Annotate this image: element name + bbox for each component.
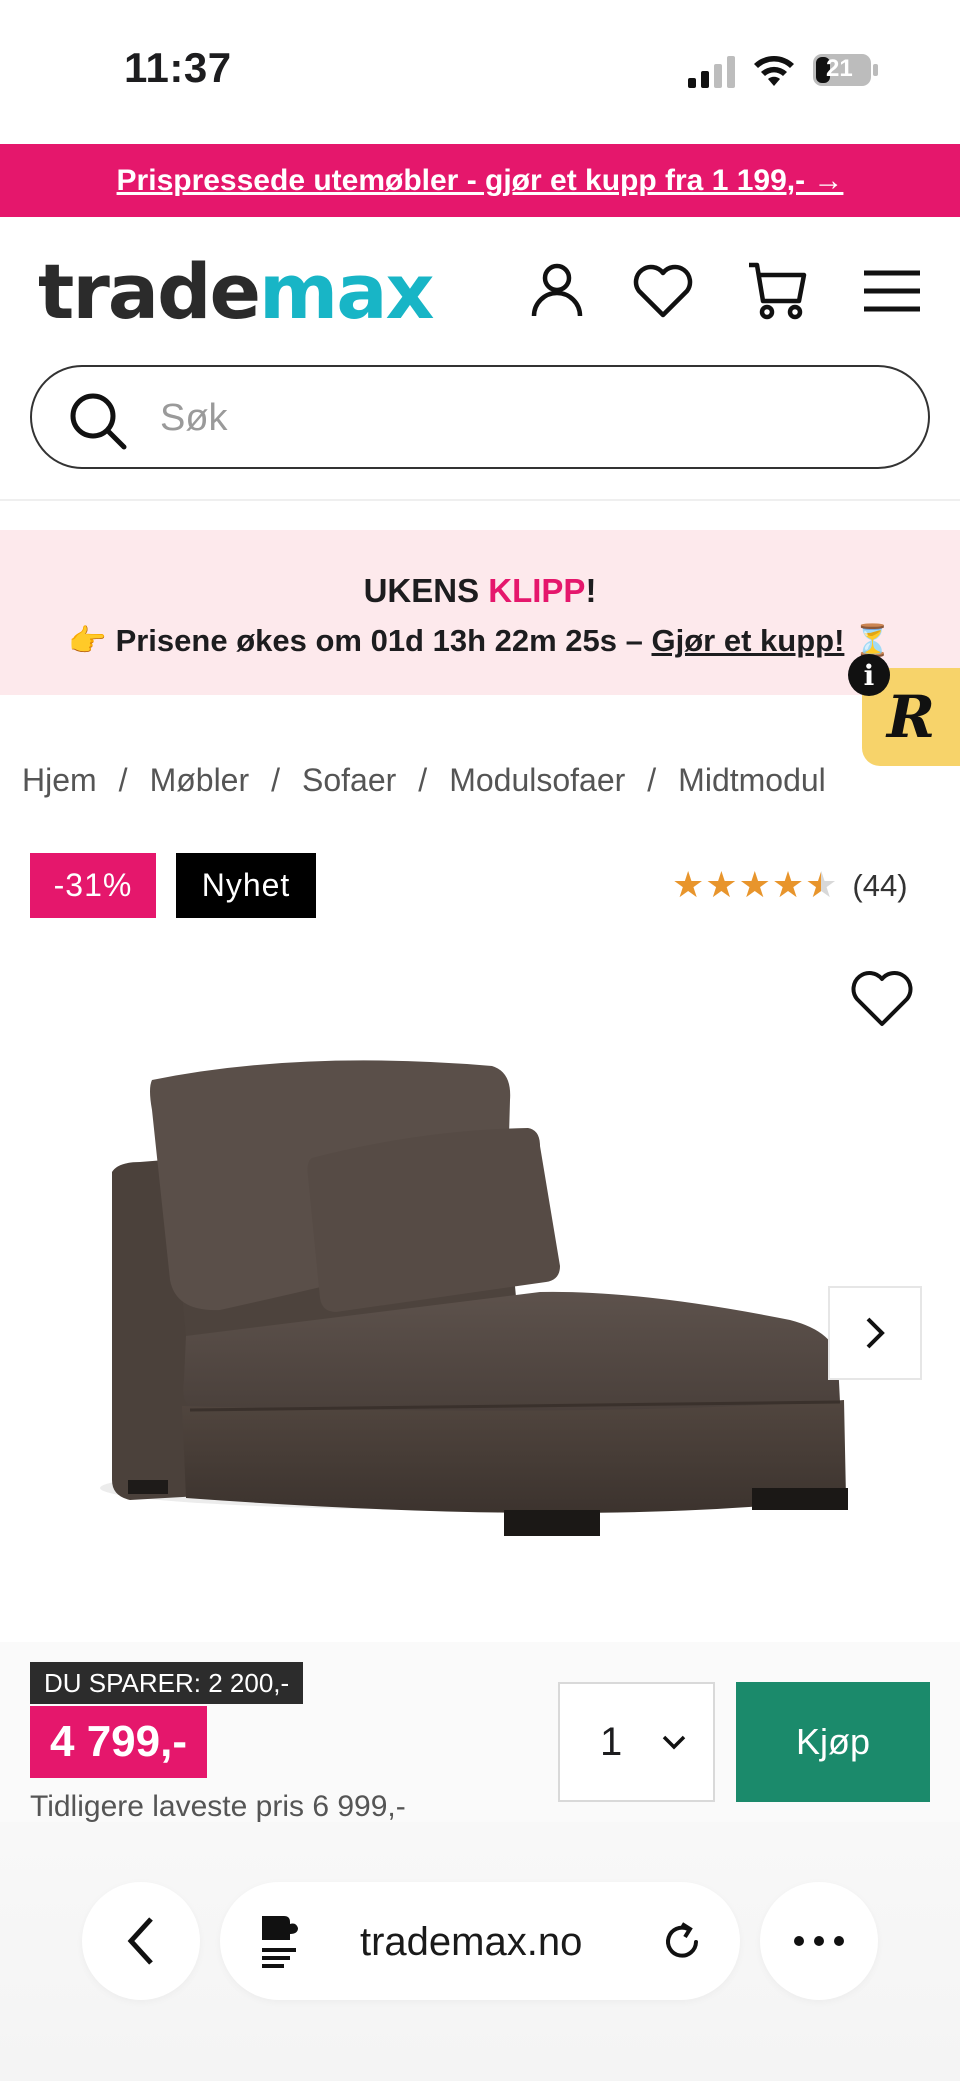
browser-url-text: trademax.no [360,1920,583,1964]
search-bar[interactable] [30,365,930,469]
info-icon[interactable]: i [848,654,890,696]
next-image-button[interactable] [828,1286,922,1380]
deal-countdown: 👉 Prisene økes om 01d 13h 22m 25s – Gjør… [0,622,960,659]
hourglass-icon: ⏳ [853,623,892,658]
quantity-value: 1 [600,1719,623,1764]
breadcrumb-item-modulsofaer[interactable]: Modulsofaer [449,762,625,798]
previous-lowest-price: Tidligere laveste pris 6 999,- [30,1790,406,1823]
hamburger-icon [864,270,920,312]
product-image-gallery[interactable] [0,940,960,1640]
deal-title-prefix: UKENS [363,572,489,609]
breadcrumb-separator: / [418,762,428,798]
breadcrumb-item-hjem[interactable]: Hjem [22,762,97,798]
browser-address-bar[interactable]: trademax.no [220,1882,740,2000]
logo-part-max: max [259,247,434,336]
star-icon: ★ [705,865,738,906]
account-button[interactable] [525,259,589,323]
reviews-widget-letter: R [886,683,936,751]
cart-button[interactable] [745,259,809,323]
more-dots-icon [794,1936,844,1946]
reload-icon[interactable] [660,1920,704,1964]
star-icon: ★ [738,865,771,906]
heart-icon [633,264,693,318]
status-time: 11:37 [124,44,232,91]
battery-level: 21 [826,55,853,82]
logo-part-trade: trade [38,247,261,336]
breadcrumb-item-sofaer[interactable]: Sofaer [302,762,396,798]
discount-badge: -31% [30,853,156,918]
current-price: 4 799,- [30,1706,207,1778]
menu-button[interactable] [860,259,924,323]
rating[interactable]: ★ ★ ★ ★ ★ (44) [672,866,908,906]
header-divider [0,499,960,501]
site-header: trademax [0,217,960,357]
breadcrumb-item-mobler[interactable]: Møbler [150,762,250,798]
deal-cta-link[interactable]: Gjør et kupp! [652,623,845,658]
trademax-logo[interactable]: trademax [38,247,435,336]
browser-back-button[interactable] [82,1882,200,2000]
new-badge: Nyhet [176,853,316,918]
half-star-icon: ★ [805,865,838,906]
signal-icon [688,56,735,88]
breadcrumb: Hjem / Møbler / Sofaer / Modulsofaer / Midtmodul [22,762,826,799]
user-icon [531,263,583,317]
deal-title-suffix: ! [585,572,597,609]
deal-title-highlight: KLIPP [488,572,586,609]
search-input[interactable] [160,389,880,447]
quantity-select[interactable]: 1 [558,1682,715,1802]
breadcrumb-separator: / [118,762,128,798]
wishlist-button[interactable] [631,259,695,323]
breadcrumb-separator: / [647,762,657,798]
star-icon: ★ [672,865,705,906]
page-extension-icon[interactable] [256,1912,306,1968]
deal-title: UKENS KLIPP! [0,572,960,610]
promo-link[interactable]: Prispressede utemøbler - gjør et kupp fr… [117,164,844,198]
search-icon [70,393,127,450]
countdown-text: 👉 Prisene økes om 01d 13h 22m 25s – [68,623,652,658]
info-letter: i [863,658,875,692]
status-bar: 11:37 21 [0,0,960,144]
cart-icon [749,262,807,320]
browser-more-button[interactable] [760,1882,878,2000]
chevron-down-icon [662,1735,686,1750]
deal-banner: UKENS KLIPP! 👉 Prisene økes om 01d 13h 2… [0,530,960,695]
saving-tag: DU SPARER: 2 200,- [30,1662,304,1704]
breadcrumb-separator: / [271,762,281,798]
rating-count: (44) [852,868,908,903]
product-image [100,1060,848,1536]
wifi-icon [754,56,794,86]
chevron-left-icon [127,1917,153,1965]
buy-button[interactable]: Kjøp [736,1682,930,1802]
star-icon: ★ [771,865,805,906]
promo-bar: Prispressede utemøbler - gjør et kupp fr… [0,144,960,217]
chevron-right-icon [866,1317,885,1349]
product-wishlist-heart-icon[interactable] [850,968,914,1028]
breadcrumb-item-midtmodul[interactable]: Midtmodul [678,762,826,798]
battery-icon: 21 [812,52,880,88]
